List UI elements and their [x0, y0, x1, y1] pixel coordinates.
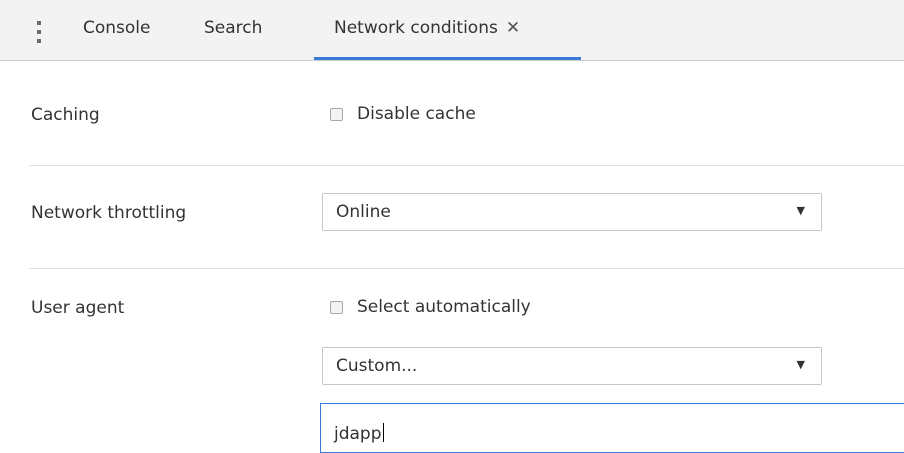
section-divider — [29, 165, 904, 166]
disable-cache-checkbox[interactable] — [330, 107, 343, 121]
user-agent-label: User agent — [31, 298, 125, 318]
select-automatically-label[interactable]: Select automatically — [357, 297, 531, 317]
tab-search[interactable]: Search — [204, 18, 262, 38]
custom-user-agent-input[interactable]: jdapp — [320, 403, 904, 453]
custom-user-agent-value: jdapp — [334, 424, 382, 444]
text-caret — [382, 423, 384, 442]
network-throttling-select[interactable]: Online ▼ — [322, 193, 822, 231]
select-automatically-option[interactable]: Select automatically — [330, 297, 531, 317]
select-automatically-checkbox[interactable] — [330, 300, 343, 314]
section-divider — [29, 268, 904, 269]
user-agent-select[interactable]: Custom... ▼ — [322, 347, 822, 385]
tab-network-conditions-label: Network conditions — [334, 18, 498, 38]
kebab-menu-icon[interactable] — [37, 21, 42, 45]
active-tab-indicator — [314, 57, 581, 60]
disable-cache-option[interactable]: Disable cache — [330, 104, 476, 124]
close-icon[interactable]: ✕ — [506, 18, 520, 38]
tab-bar: Console Search Network conditions ✕ — [0, 0, 904, 61]
disable-cache-label[interactable]: Disable cache — [357, 104, 476, 124]
dropdown-arrow-icon: ▼ — [796, 358, 805, 371]
tab-console[interactable]: Console — [83, 18, 151, 38]
dropdown-arrow-icon: ▼ — [796, 204, 805, 217]
network-throttling-label: Network throttling — [31, 203, 187, 223]
user-agent-select-value: Custom... — [336, 356, 418, 376]
tab-network-conditions[interactable]: Network conditions ✕ — [334, 18, 520, 38]
caching-label: Caching — [31, 105, 100, 125]
network-throttling-value: Online — [336, 202, 391, 222]
